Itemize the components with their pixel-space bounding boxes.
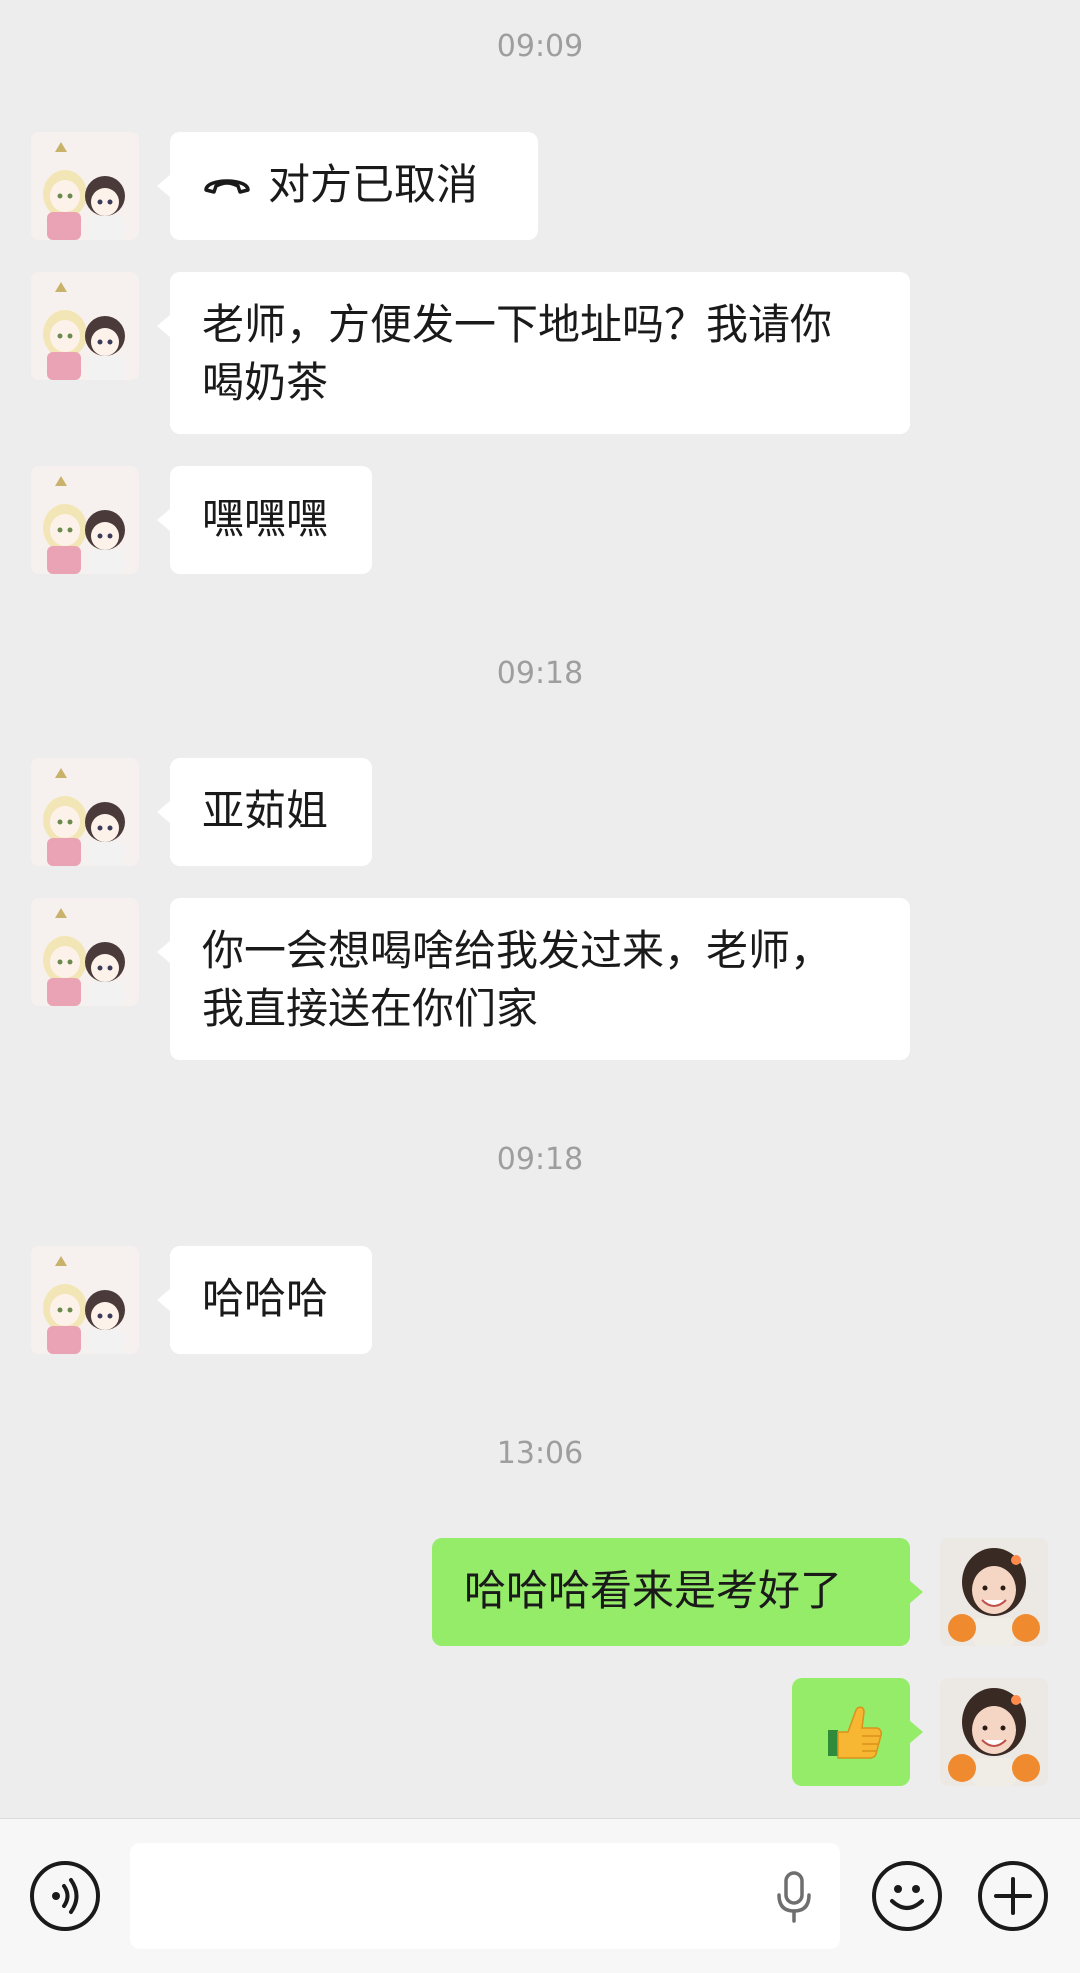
message-bubble[interactable]: 嘿嘿嘿 [157, 466, 372, 574]
message-text-line: 老师，方便发一下地址吗？我请你 [202, 300, 833, 349]
chat-area[interactable]: 09:09 对方已取消 老师，方便发一下地址吗？我请你 喝奶茶 嘿嘿嘿 09:1… [0, 0, 1080, 1818]
message-text: 对方已取消 [268, 160, 479, 209]
timestamp: 09:18 [496, 656, 584, 691]
contact-avatar[interactable] [31, 1246, 139, 1354]
message-bubble-outgoing[interactable]: 哈哈哈看来是考好了 [432, 1538, 923, 1646]
my-avatar[interactable] [940, 1538, 1048, 1646]
message-text-line: 你一会想喝啥给我发过来，老师， [202, 926, 833, 975]
my-avatar[interactable] [940, 1678, 1048, 1786]
timestamp: 13:06 [496, 1436, 584, 1471]
more-options-button[interactable] [978, 1861, 1048, 1931]
contact-avatar[interactable] [31, 466, 139, 574]
message-text-line: 我直接送在你们家 [202, 984, 539, 1033]
microphone-icon[interactable] [774, 1869, 814, 1925]
voice-icon [52, 1878, 79, 1914]
contact-avatar[interactable] [31, 898, 139, 1006]
message-bubble[interactable]: 你一会想喝啥给我发过来，老师， 我直接送在你们家 [157, 898, 910, 1060]
message-bubble[interactable]: 哈哈哈 [157, 1246, 372, 1354]
contact-avatar[interactable] [31, 758, 139, 866]
contact-avatar[interactable] [31, 132, 139, 240]
smiley-icon [890, 1885, 924, 1910]
message-text: 哈哈哈 [202, 1274, 329, 1323]
message-bubble-outgoing[interactable] [792, 1678, 923, 1786]
input-bar [0, 1818, 1080, 1973]
phone-hangup-icon [204, 178, 250, 194]
message-text: 亚茹姐 [202, 786, 329, 835]
emoji-button[interactable] [872, 1861, 942, 1931]
message-bubble[interactable]: 老师，方便发一下地址吗？我请你 喝奶茶 [157, 272, 910, 434]
message-bubble[interactable]: 亚茹姐 [157, 758, 372, 866]
thumbs-up-emoji [828, 1706, 882, 1759]
message-text-line: 喝奶茶 [202, 358, 329, 407]
message-bubble[interactable]: 对方已取消 [157, 132, 538, 240]
plus-icon [994, 1877, 1032, 1915]
message-text: 嘿嘿嘿 [202, 494, 329, 543]
voice-toggle-button[interactable] [30, 1861, 100, 1931]
message-input[interactable] [130, 1843, 840, 1949]
timestamp: 09:18 [496, 1142, 584, 1177]
contact-avatar[interactable] [31, 272, 139, 380]
timestamp: 09:09 [496, 29, 584, 64]
message-text: 哈哈哈看来是考好了 [464, 1566, 843, 1615]
